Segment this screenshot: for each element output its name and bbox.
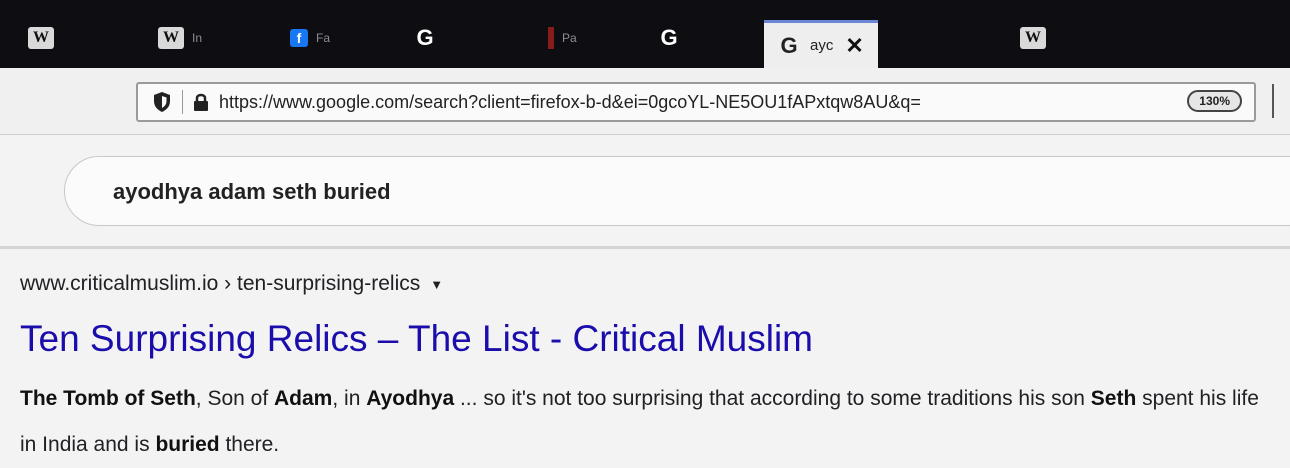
snippet-highlight: buried xyxy=(155,433,220,456)
facebook-icon: f xyxy=(290,29,308,47)
search-query[interactable]: ayodhya adam seth buried xyxy=(113,179,391,205)
google-icon: G xyxy=(660,25,678,50)
close-tab-icon[interactable]: ✕ xyxy=(845,33,863,59)
tab-google-1[interactable]: G xyxy=(412,8,438,68)
snippet-text: ... so it's not too surprising that acco… xyxy=(454,387,1091,410)
page-icon xyxy=(548,27,554,49)
tab-strip: W W In f Fa G Pa G G ayc ✕ W xyxy=(0,0,1290,68)
snippet-highlight: The Tomb of xyxy=(20,387,151,410)
tab-label: Fa xyxy=(316,31,331,45)
snippet-highlight: Ayodhya xyxy=(366,387,455,410)
snippet-highlight: Seth xyxy=(1090,387,1137,410)
result-breadcrumb[interactable]: www.criticalmuslim.io › ten-surprising-r… xyxy=(20,272,443,296)
snippet-text: , in xyxy=(332,387,367,410)
snippet-text: , Son of xyxy=(195,387,274,410)
dropdown-caret-icon[interactable]: ▼ xyxy=(430,277,443,292)
result-title-link[interactable]: Ten Surprising Relics – The List - Criti… xyxy=(20,318,813,360)
snippet-text: there. xyxy=(219,433,280,456)
search-input[interactable]: ayodhya adam seth buried xyxy=(64,156,1290,226)
tab-wikipedia-3[interactable]: W xyxy=(1020,8,1046,68)
snippet-highlight: Seth xyxy=(150,387,196,410)
google-icon: G xyxy=(416,25,434,50)
tab-wikipedia-2[interactable]: W In xyxy=(158,8,202,68)
tab-wikipedia-1[interactable]: W xyxy=(28,8,54,68)
zoom-indicator[interactable]: 130% xyxy=(1187,90,1242,112)
toolbar-separator xyxy=(1272,84,1274,118)
wikipedia-icon: W xyxy=(1020,27,1046,49)
result-url-text[interactable]: www.criticalmuslim.io › ten-surprising-r… xyxy=(20,272,420,295)
tab-page[interactable]: Pa xyxy=(548,8,577,68)
tab-google-active[interactable]: G ayc ✕ xyxy=(764,20,878,68)
wikipedia-icon: W xyxy=(28,27,54,49)
tab-google-2[interactable]: G xyxy=(656,8,682,68)
result-snippet: The Tomb of Seth, Son of Adam, in Ayodhy… xyxy=(20,376,1280,468)
shield-icon[interactable] xyxy=(152,91,172,113)
url-text[interactable]: https://www.google.com/search?client=fir… xyxy=(219,92,1099,113)
header-divider xyxy=(0,246,1290,249)
lock-icon[interactable] xyxy=(193,92,209,112)
tab-label: ayc xyxy=(810,37,834,54)
separator xyxy=(182,90,183,114)
google-icon: G xyxy=(780,32,798,58)
navigation-bar: https://www.google.com/search?client=fir… xyxy=(0,68,1290,135)
tab-facebook[interactable]: f Fa xyxy=(290,8,330,68)
snippet-highlight: Adam xyxy=(274,387,333,410)
wikipedia-icon: W xyxy=(158,27,184,49)
tab-label: Pa xyxy=(562,31,577,45)
tab-label: In xyxy=(192,31,203,45)
url-bar[interactable]: https://www.google.com/search?client=fir… xyxy=(136,82,1256,122)
